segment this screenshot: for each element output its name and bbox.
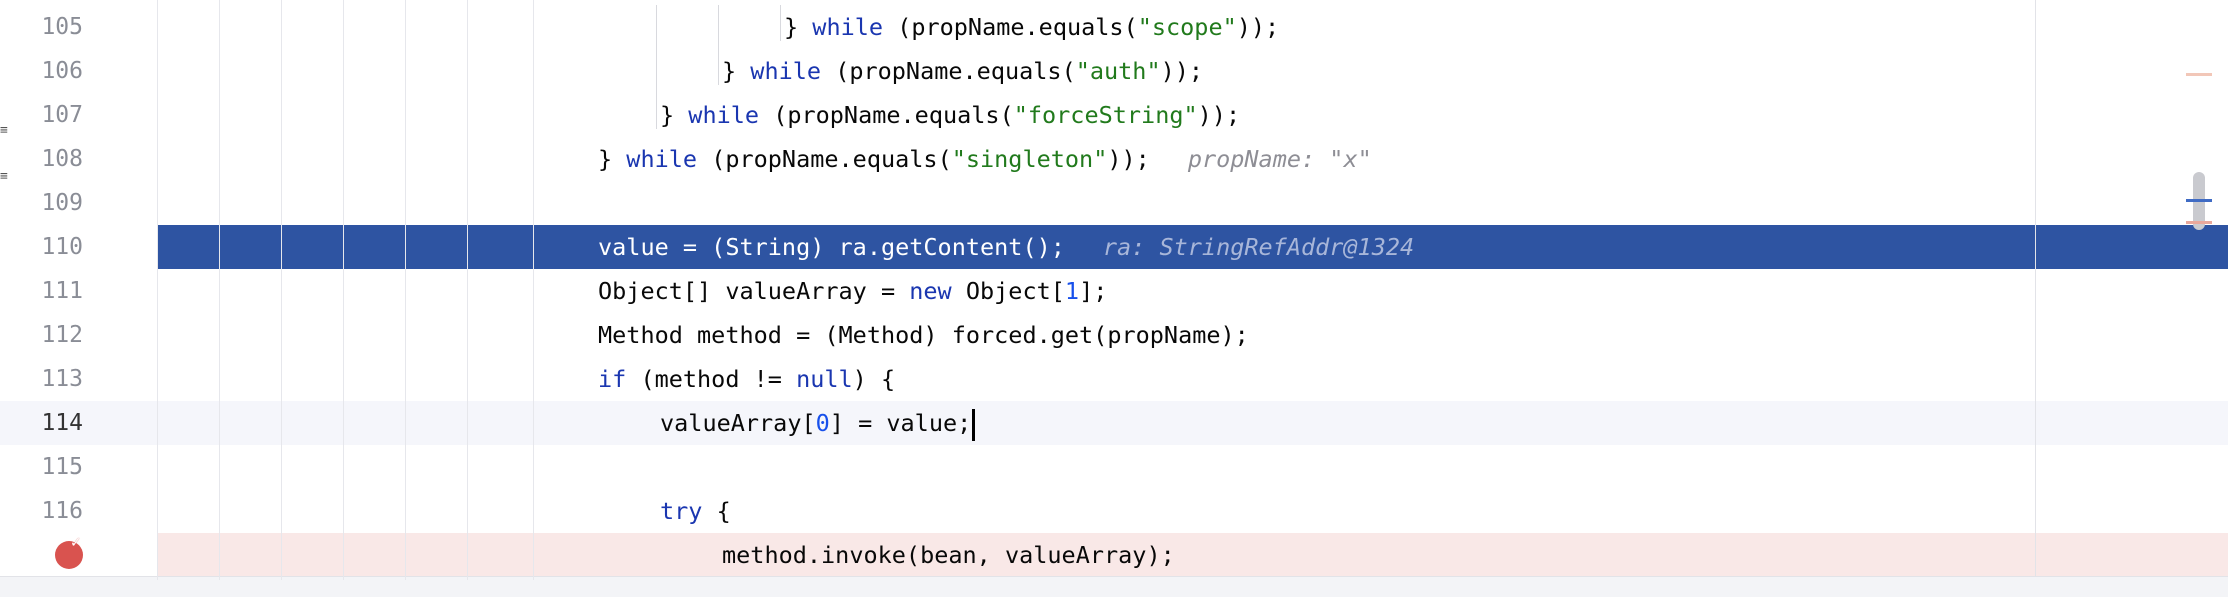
indent-guide	[405, 0, 406, 580]
code-token: Object[	[951, 277, 1065, 305]
code-line[interactable]: 105} while (propName.equals("scope"));	[0, 5, 2228, 49]
line-number[interactable]: 114	[3, 401, 83, 445]
code-line[interactable]: 116 try {	[0, 489, 2228, 533]
code-token: value = (String) ra.getContent();	[598, 233, 1065, 261]
code-text[interactable]: method.invoke(bean, valueArray);	[722, 533, 1175, 577]
code-text[interactable]: value = (String) ra.getContent(); ra: Str…	[598, 225, 1414, 269]
inline-debug-value[interactable]: propName: "x"	[1188, 145, 1372, 173]
line-number[interactable]: 106	[3, 49, 83, 93]
indent-guide	[533, 0, 534, 580]
indent-guide	[219, 0, 220, 580]
editor-bottom-edge	[0, 576, 2228, 597]
code-text[interactable]: } while (propName.equals("auth"));	[722, 49, 1203, 93]
keyword-token: if	[598, 365, 627, 393]
current-line[interactable]: 114 valueArray[0] = value;	[0, 401, 2228, 445]
code-text[interactable]: Object[] valueArray = new Object[1];	[598, 269, 1107, 313]
code-token: (propName.equals(	[759, 101, 1014, 129]
code-text[interactable]: if (method != null) {	[598, 357, 895, 401]
code-text[interactable]: } while (propName.equals("scope"));	[784, 5, 1279, 49]
code-token: (propName.equals(	[697, 145, 952, 173]
code-token: ));	[1107, 145, 1150, 173]
code-token: ));	[1236, 13, 1280, 41]
code-token: ];	[1079, 277, 1108, 305]
line-number[interactable]: 113	[3, 357, 83, 401]
keyword-token: null	[796, 365, 853, 393]
code-text[interactable]: try {	[660, 489, 731, 533]
code-token: }	[598, 145, 627, 173]
breakpoint-line[interactable]: method.invoke(bean, valueArray);	[0, 533, 2228, 577]
error-stripe-marker[interactable]	[2186, 73, 2212, 76]
exec-line-stripe-marker[interactable]	[2186, 199, 2212, 202]
code-text[interactable]: } while (propName.equals("singleton")); p…	[598, 137, 1372, 181]
line-number[interactable]: 110	[3, 225, 83, 269]
code-token: (propName.equals(	[821, 57, 1076, 85]
line-number[interactable]: 109	[3, 181, 83, 225]
code-token: ));	[1197, 101, 1241, 129]
check-icon: ✓	[70, 535, 82, 551]
line-number[interactable]: 115	[3, 445, 83, 489]
code-line[interactable]: 108} while (propName.equals("singleton")…	[0, 137, 2228, 181]
code-line[interactable]: 109	[0, 181, 2228, 225]
keyword-token: while	[626, 145, 698, 173]
keyword-token: while	[812, 13, 884, 41]
code-line[interactable]: 115	[0, 445, 2228, 489]
code-token: }	[784, 13, 813, 41]
line-number[interactable]: 111	[3, 269, 83, 313]
code-token: ] = value;	[829, 409, 972, 437]
indent-guide	[343, 0, 344, 580]
code-token: (method !=	[626, 365, 797, 393]
line-number[interactable]: 108	[3, 137, 83, 181]
inline-debug-value[interactable]: ra: StringRefAddr@1324	[1103, 233, 1414, 261]
code-line[interactable]: 107} while (propName.equals("forceString…	[0, 93, 2228, 137]
code-token: }	[660, 101, 689, 129]
code-token: valueArray[	[660, 409, 816, 437]
line-number[interactable]: 116	[3, 489, 83, 533]
code-line[interactable]: 112 Method method = (Method) forced.get(p…	[0, 313, 2228, 357]
indent-guide	[467, 0, 468, 580]
keyword-token: try	[660, 497, 703, 525]
code-token: method.invoke(bean, valueArray);	[722, 541, 1175, 569]
breakpoint-stripe-marker[interactable]	[2186, 221, 2212, 224]
code-token: {	[702, 497, 731, 525]
code-editor[interactable]: ≡ ≡ 105} while (propName.equals("scope")…	[0, 0, 2228, 597]
text-caret	[972, 408, 976, 441]
code-token: ) {	[852, 365, 896, 393]
line-number[interactable]: 107	[3, 93, 83, 137]
code-line[interactable]: 106} while (propName.equals("auth"));	[0, 49, 2228, 93]
code-text[interactable]: valueArray[0] = value;	[660, 401, 976, 445]
code-text[interactable]: } while (propName.equals("forceString"))…	[660, 93, 1240, 137]
string-token: "auth"	[1075, 57, 1161, 85]
keyword-token: new	[909, 277, 952, 305]
block-indent-guide	[718, 5, 719, 85]
code-token: Object[] valueArray =	[598, 277, 910, 305]
string-token: "singleton"	[951, 145, 1108, 173]
right-margin-guide	[2035, 0, 2036, 580]
line-number[interactable]: 105	[3, 5, 83, 49]
code-line[interactable]: 113 if (method != null) {	[0, 357, 2228, 401]
indent-guide	[281, 0, 282, 580]
keyword-token: while	[688, 101, 760, 129]
line-number[interactable]: 112	[3, 313, 83, 357]
number-token: 1	[1064, 277, 1080, 305]
code-token: (propName.equals(	[883, 13, 1138, 41]
indent-guide	[157, 0, 158, 580]
string-token: "forceString"	[1013, 101, 1198, 129]
number-token: 0	[815, 409, 830, 437]
code-token: }	[722, 57, 751, 85]
keyword-token: while	[750, 57, 822, 85]
code-token: ));	[1160, 57, 1204, 85]
string-token: "scope"	[1137, 13, 1237, 41]
block-indent-guide	[656, 5, 657, 129]
block-indent-guide	[780, 5, 781, 41]
code-text[interactable]: Method method = (Method) forced.get(prop…	[598, 313, 1249, 357]
code-line[interactable]: 111 Object[] valueArray = new Object[1];	[0, 269, 2228, 313]
code-token: Method method = (Method) forced.get(prop…	[598, 321, 1249, 349]
execution-point-line[interactable]: 110 value = (String) ra.getContent(); ra: …	[0, 225, 2228, 269]
